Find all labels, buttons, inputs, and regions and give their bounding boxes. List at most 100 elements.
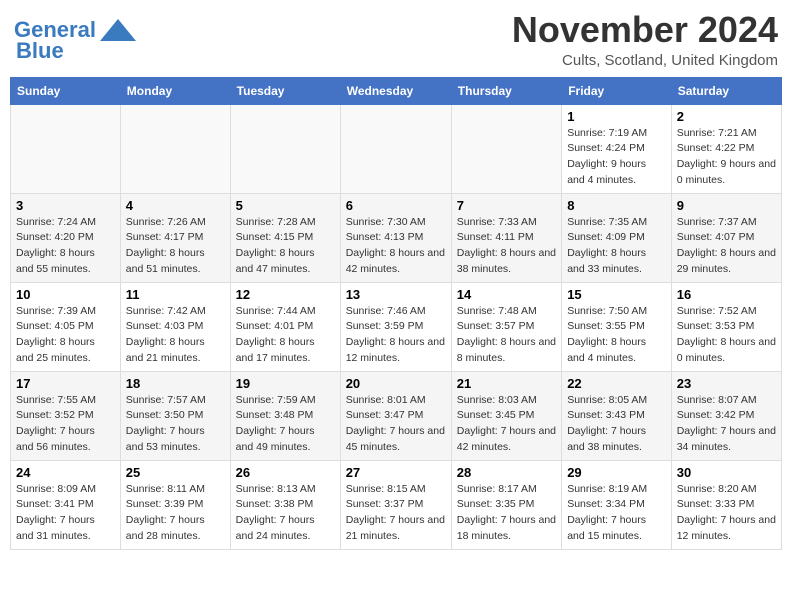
calendar-cell: 23 Sunrise: 8:07 AMSunset: 3:42 PMDayligh… xyxy=(671,371,781,460)
calendar-cell: 6 Sunrise: 7:30 AMSunset: 4:13 PMDaylight… xyxy=(340,193,451,282)
day-number: 21 xyxy=(457,376,556,391)
day-number: 14 xyxy=(457,287,556,302)
calendar-cell: 9 Sunrise: 7:37 AMSunset: 4:07 PMDaylight… xyxy=(671,193,781,282)
calendar-cell xyxy=(120,104,230,193)
day-info: Sunrise: 7:50 AMSunset: 3:55 PMDaylight:… xyxy=(567,304,666,367)
day-info: Sunrise: 7:59 AMSunset: 3:48 PMDaylight:… xyxy=(236,393,335,456)
calendar-cell: 28 Sunrise: 8:17 AMSunset: 3:35 PMDayligh… xyxy=(451,460,561,549)
day-info: Sunrise: 7:52 AMSunset: 3:53 PMDaylight:… xyxy=(677,304,776,367)
weekday-header-saturday: Saturday xyxy=(671,77,781,104)
logo-icon xyxy=(100,19,136,41)
month-title: November 2024 xyxy=(512,10,778,50)
day-info: Sunrise: 8:09 AMSunset: 3:41 PMDaylight:… xyxy=(16,482,115,545)
calendar-cell: 12 Sunrise: 7:44 AMSunset: 4:01 PMDayligh… xyxy=(230,282,340,371)
day-info: Sunrise: 7:30 AMSunset: 4:13 PMDaylight:… xyxy=(346,215,446,278)
calendar-cell: 16 Sunrise: 7:52 AMSunset: 3:53 PMDayligh… xyxy=(671,282,781,371)
calendar-cell: 30 Sunrise: 8:20 AMSunset: 3:33 PMDayligh… xyxy=(671,460,781,549)
day-info: Sunrise: 7:46 AMSunset: 3:59 PMDaylight:… xyxy=(346,304,446,367)
calendar-cell: 4 Sunrise: 7:26 AMSunset: 4:17 PMDaylight… xyxy=(120,193,230,282)
day-number: 2 xyxy=(677,109,776,124)
calendar-cell: 18 Sunrise: 7:57 AMSunset: 3:50 PMDayligh… xyxy=(120,371,230,460)
day-number: 30 xyxy=(677,465,776,480)
day-info: Sunrise: 7:55 AMSunset: 3:52 PMDaylight:… xyxy=(16,393,115,456)
day-number: 15 xyxy=(567,287,666,302)
logo-blue-text: Blue xyxy=(16,38,64,64)
day-info: Sunrise: 8:13 AMSunset: 3:38 PMDaylight:… xyxy=(236,482,335,545)
calendar-cell: 15 Sunrise: 7:50 AMSunset: 3:55 PMDayligh… xyxy=(562,282,672,371)
calendar-cell: 27 Sunrise: 8:15 AMSunset: 3:37 PMDayligh… xyxy=(340,460,451,549)
calendar-cell: 8 Sunrise: 7:35 AMSunset: 4:09 PMDaylight… xyxy=(562,193,672,282)
calendar-table: SundayMondayTuesdayWednesdayThursdayFrid… xyxy=(10,77,782,550)
day-number: 4 xyxy=(126,198,225,213)
day-number: 25 xyxy=(126,465,225,480)
day-info: Sunrise: 7:35 AMSunset: 4:09 PMDaylight:… xyxy=(567,215,666,278)
day-number: 1 xyxy=(567,109,666,124)
day-number: 3 xyxy=(16,198,115,213)
calendar-cell: 13Sunrise: 7:46 AMSunset: 3:59 PMDayligh… xyxy=(340,282,451,371)
day-number: 6 xyxy=(346,198,446,213)
day-info: Sunrise: 8:03 AMSunset: 3:45 PMDaylight:… xyxy=(457,393,556,456)
calendar-cell: 1Sunrise: 7:19 AMSunset: 4:24 PMDaylight… xyxy=(562,104,672,193)
day-info: Sunrise: 8:07 AMSunset: 3:42 PMDaylight:… xyxy=(677,393,776,456)
day-number: 27 xyxy=(346,465,446,480)
day-number: 7 xyxy=(457,198,556,213)
day-number: 17 xyxy=(16,376,115,391)
calendar-cell: 3 Sunrise: 7:24 AMSunset: 4:20 PMDaylight… xyxy=(11,193,121,282)
day-info: Sunrise: 8:11 AMSunset: 3:39 PMDaylight:… xyxy=(126,482,225,545)
weekday-header-sunday: Sunday xyxy=(11,77,121,104)
day-number: 8 xyxy=(567,198,666,213)
title-area: November 2024 Cults, Scotland, United Ki… xyxy=(512,10,778,69)
calendar-cell: 22 Sunrise: 8:05 AMSunset: 3:43 PMDayligh… xyxy=(562,371,672,460)
calendar-cell: 29 Sunrise: 8:19 AMSunset: 3:34 PMDayligh… xyxy=(562,460,672,549)
day-info: Sunrise: 7:44 AMSunset: 4:01 PMDaylight:… xyxy=(236,304,335,367)
weekday-header-tuesday: Tuesday xyxy=(230,77,340,104)
calendar-cell: 25 Sunrise: 8:11 AMSunset: 3:39 PMDayligh… xyxy=(120,460,230,549)
day-info: Sunrise: 8:17 AMSunset: 3:35 PMDaylight:… xyxy=(457,482,556,545)
calendar-cell: 21 Sunrise: 8:03 AMSunset: 3:45 PMDayligh… xyxy=(451,371,561,460)
day-info: Sunrise: 7:39 AMSunset: 4:05 PMDaylight:… xyxy=(16,304,115,367)
calendar-cell xyxy=(11,104,121,193)
day-info: Sunrise: 7:42 AMSunset: 4:03 PMDaylight:… xyxy=(126,304,225,367)
day-number: 20 xyxy=(346,376,446,391)
day-info: Sunrise: 8:05 AMSunset: 3:43 PMDaylight:… xyxy=(567,393,666,456)
calendar-cell: 20 Sunrise: 8:01 AMSunset: 3:47 PMDayligh… xyxy=(340,371,451,460)
day-number: 9 xyxy=(677,198,776,213)
day-number: 18 xyxy=(126,376,225,391)
day-number: 12 xyxy=(236,287,335,302)
day-number: 28 xyxy=(457,465,556,480)
day-info: Sunrise: 8:15 AMSunset: 3:37 PMDaylight:… xyxy=(346,482,446,545)
calendar-cell: 2 Sunrise: 7:21 AMSunset: 4:22 PMDaylight… xyxy=(671,104,781,193)
day-info: Sunrise: 8:19 AMSunset: 3:34 PMDaylight:… xyxy=(567,482,666,545)
day-number: 5 xyxy=(236,198,335,213)
calendar-cell xyxy=(340,104,451,193)
calendar-cell: 14 Sunrise: 7:48 AMSunset: 3:57 PMDayligh… xyxy=(451,282,561,371)
day-number: 16 xyxy=(677,287,776,302)
logo: General Blue xyxy=(14,18,136,64)
day-info: Sunrise: 7:24 AMSunset: 4:20 PMDaylight:… xyxy=(16,215,115,278)
day-number: 11 xyxy=(126,287,225,302)
day-number: 29 xyxy=(567,465,666,480)
weekday-header-wednesday: Wednesday xyxy=(340,77,451,104)
calendar-cell: 5Sunrise: 7:28 AMSunset: 4:15 PMDaylight… xyxy=(230,193,340,282)
day-info: Sunrise: 7:57 AMSunset: 3:50 PMDaylight:… xyxy=(126,393,225,456)
calendar-cell: 7Sunrise: 7:33 AMSunset: 4:11 PMDaylight… xyxy=(451,193,561,282)
day-number: 23 xyxy=(677,376,776,391)
day-number: 22 xyxy=(567,376,666,391)
page-header: General Blue November 2024 Cults, Scotla… xyxy=(10,10,782,69)
day-number: 19 xyxy=(236,376,335,391)
day-info: Sunrise: 7:48 AMSunset: 3:57 PMDaylight:… xyxy=(457,304,556,367)
day-number: 26 xyxy=(236,465,335,480)
day-number: 24 xyxy=(16,465,115,480)
location-subtitle: Cults, Scotland, United Kingdom xyxy=(512,52,778,69)
calendar-cell: 26 Sunrise: 8:13 AMSunset: 3:38 PMDayligh… xyxy=(230,460,340,549)
day-info: Sunrise: 8:20 AMSunset: 3:33 PMDaylight:… xyxy=(677,482,776,545)
day-info: Sunrise: 7:37 AMSunset: 4:07 PMDaylight:… xyxy=(677,215,776,278)
calendar-cell: 11 Sunrise: 7:42 AMSunset: 4:03 PMDayligh… xyxy=(120,282,230,371)
day-info: Sunrise: 7:21 AMSunset: 4:22 PMDaylight:… xyxy=(677,126,776,189)
calendar-cell: 10Sunrise: 7:39 AMSunset: 4:05 PMDayligh… xyxy=(11,282,121,371)
weekday-header-monday: Monday xyxy=(120,77,230,104)
day-info: Sunrise: 7:26 AMSunset: 4:17 PMDaylight:… xyxy=(126,215,225,278)
calendar-cell: 19 Sunrise: 7:59 AMSunset: 3:48 PMDayligh… xyxy=(230,371,340,460)
calendar-cell: 24 Sunrise: 8:09 AMSunset: 3:41 PMDayligh… xyxy=(11,460,121,549)
day-info: Sunrise: 8:01 AMSunset: 3:47 PMDaylight:… xyxy=(346,393,446,456)
